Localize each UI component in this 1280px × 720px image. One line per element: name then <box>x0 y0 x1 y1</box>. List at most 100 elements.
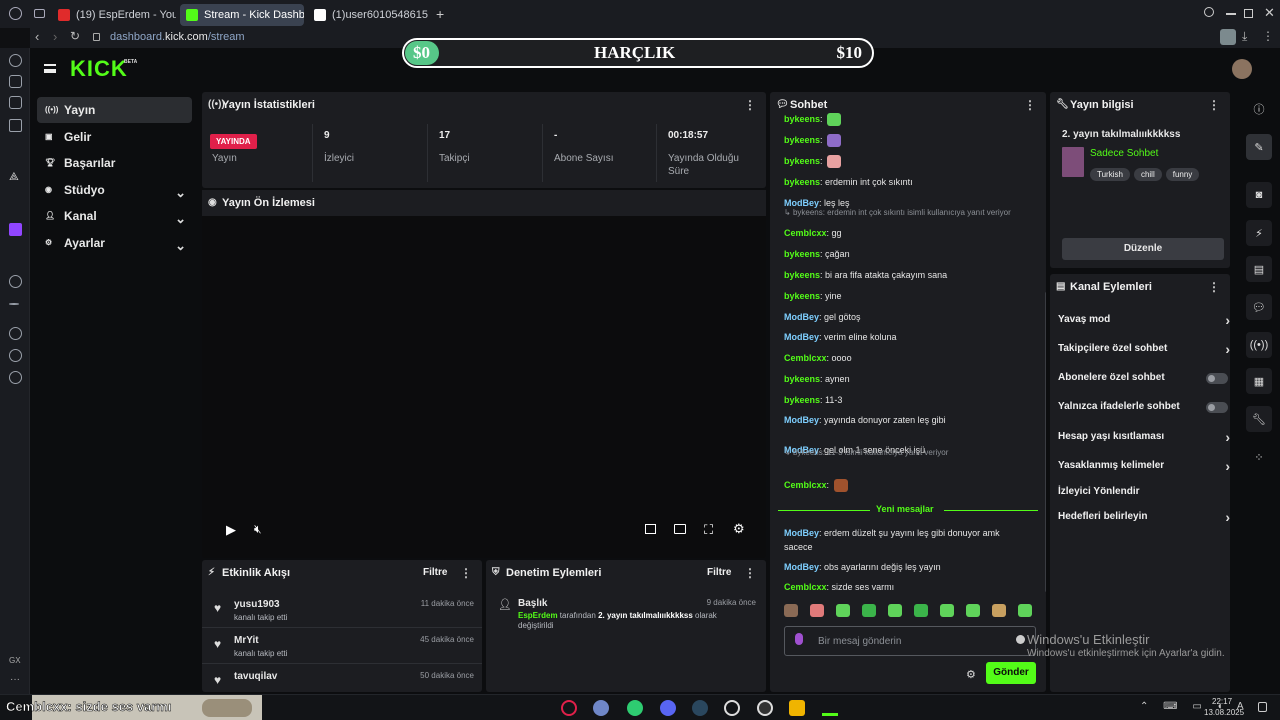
chat-username[interactable]: bykeens <box>784 156 820 166</box>
browser-tab[interactable]: (19) EspErdem - YouTube <box>52 4 176 26</box>
chat-username[interactable]: bykeens <box>784 114 820 124</box>
gx-play-icon[interactable] <box>9 275 22 288</box>
channel-action-row[interactable]: Abonelere özel sohbet <box>1058 368 1230 388</box>
channel-action-row[interactable]: Takipçilere özel sohbet › <box>1058 339 1230 359</box>
tab-manager-icon[interactable] <box>34 9 45 18</box>
chat-username[interactable]: Cemblcxx <box>784 480 827 490</box>
chat-username[interactable]: bykeens <box>784 291 820 301</box>
camera-button[interactable]: ◙ <box>1246 182 1272 208</box>
sidebar-item[interactable]: ◉ Stüdyo ⌄ <box>37 177 192 203</box>
gx-ai-icon[interactable]: ⟁ <box>9 171 22 184</box>
chat-username[interactable]: Cemblcxx <box>784 228 827 238</box>
url-text[interactable]: dashboard.kick.com/stream <box>110 31 245 43</box>
new-tab-button[interactable]: + <box>436 6 444 22</box>
category-name[interactable]: Sadece Sohbet <box>1090 148 1158 159</box>
restore-icon[interactable] <box>1244 9 1253 18</box>
settings-icon[interactable]: ⚙︎ <box>733 521 745 537</box>
browser-tab[interactable]: Stream - Kick Dashboard <box>180 4 304 26</box>
chat-input[interactable]: Bir mesaj gönderin <box>784 626 1036 656</box>
mute-icon[interactable]: 🔇︎ <box>254 522 262 537</box>
channel-action-row[interactable]: Hesap yaşı kısıtlaması › <box>1058 427 1230 447</box>
wrench-button[interactable]: 🔧︎ <box>1246 406 1272 432</box>
gx-settings-icon[interactable] <box>9 371 22 384</box>
chat-username[interactable]: Cemblcxx <box>784 582 827 592</box>
chat-username[interactable]: bykeens <box>784 249 820 259</box>
chat-username[interactable]: ModBey <box>784 332 819 342</box>
chevron-down-icon[interactable]: ⌄ <box>175 180 186 206</box>
notification-icon[interactable] <box>1258 702 1267 712</box>
gx-control-icon[interactable] <box>9 75 22 88</box>
gx-player-icon[interactable] <box>9 96 22 109</box>
taskbar-preview[interactable]: Cemblcxx: sizde ses varmı <box>6 695 262 720</box>
close-icon[interactable]: ✕ <box>1264 5 1275 21</box>
send-button[interactable]: Gönder <box>986 662 1036 684</box>
gx-refresh-icon[interactable] <box>9 54 22 67</box>
gx-more-icon[interactable]: ··· <box>10 674 20 685</box>
sidebar-item[interactable]: 🏆︎ Başarılar <box>37 150 192 176</box>
chat-username[interactable]: ModBey <box>784 415 819 425</box>
app-r-icon[interactable] <box>789 700 805 716</box>
browser-logo-icon[interactable] <box>9 7 22 20</box>
toggle-switch[interactable] <box>1206 402 1228 413</box>
menu-icon[interactable]: ⋮ <box>1262 29 1274 43</box>
emote-icon[interactable] <box>784 604 798 617</box>
clock-time[interactable]: 22:17 <box>1212 697 1232 706</box>
chat-button[interactable]: 💬︎ <box>1246 294 1272 320</box>
info-button[interactable]: ⓘ <box>1246 96 1272 122</box>
chat-username[interactable]: bykeens <box>784 395 820 405</box>
emote-icon[interactable] <box>914 604 928 617</box>
whatsapp-icon[interactable] <box>627 700 643 716</box>
chevron-down-icon[interactable]: ⌄ <box>175 206 186 232</box>
chat-username[interactable]: bykeens <box>784 374 820 384</box>
forward-icon[interactable]: › <box>53 29 57 44</box>
channel-action-row[interactable]: Yavaş mod › <box>1058 310 1230 330</box>
mic-icon[interactable] <box>795 633 803 645</box>
fullscreen-icon[interactable]: ⛶ <box>704 522 713 538</box>
edit-button[interactable]: Düzenle <box>1062 238 1224 260</box>
stats-menu-icon[interactable]: ⋮ <box>744 92 756 118</box>
activity-menu-icon[interactable]: ⋮ <box>460 560 472 586</box>
reload-icon[interactable]: ↻ <box>70 29 80 43</box>
sidebar-item[interactable]: ▣ Gelir <box>37 124 192 150</box>
emote-icon[interactable] <box>1018 604 1032 617</box>
emote-icon[interactable] <box>966 604 980 617</box>
vpn-icon[interactable] <box>593 700 609 716</box>
chat-username[interactable]: Cemblcxx <box>784 353 827 363</box>
toggle-switch[interactable] <box>1206 373 1228 384</box>
obs-studio-icon[interactable] <box>757 700 773 716</box>
activity-row[interactable]: ♥ MrYit kanalı takip etti 45 dakika önce <box>202 630 482 664</box>
steam-icon[interactable] <box>692 700 708 716</box>
minimize-icon[interactable] <box>1226 13 1236 15</box>
gx-messenger-icon[interactable] <box>9 119 22 132</box>
channel-actions-menu-icon[interactable]: ⋮ <box>1208 274 1220 300</box>
bolt-button[interactable]: ⚡︎ <box>1246 220 1272 246</box>
chat-username[interactable]: ModBey <box>784 528 819 538</box>
history-icon[interactable] <box>9 327 22 340</box>
sidebar-item[interactable]: 👤︎ Kanal ⌄ <box>37 203 192 229</box>
moderation-user[interactable]: EspErdem <box>518 611 558 620</box>
emote-icon[interactable] <box>992 604 1006 617</box>
chat-username[interactable]: ModBey <box>784 562 819 572</box>
sidebar-item[interactable]: ((•)) Yayın <box>37 97 192 123</box>
kick-logo[interactable]: KICK <box>70 56 128 82</box>
twitch-icon[interactable] <box>9 223 22 236</box>
tag-chip[interactable]: Turkish <box>1090 168 1130 181</box>
chat-menu-icon[interactable]: ⋮ <box>1024 92 1036 118</box>
chat-username[interactable]: bykeens <box>784 135 820 145</box>
obs-icon[interactable] <box>724 700 740 716</box>
channel-action-row[interactable]: Yalnızca ifadelerle sohbet <box>1058 397 1230 417</box>
moderation-menu-icon[interactable]: ⋮ <box>744 560 756 586</box>
more-actions-button[interactable]: ⁘ <box>1246 444 1272 470</box>
hamburger-icon[interactable] <box>44 64 56 73</box>
emoji-icon[interactable] <box>1016 635 1025 644</box>
back-icon[interactable]: ‹ <box>35 29 39 44</box>
activity-filter-button[interactable]: Filtre <box>423 560 447 586</box>
channel-action-row[interactable]: Hedefleri belirleyin › <box>1058 507 1230 527</box>
chat-scrollbar[interactable] <box>1045 292 1046 592</box>
chat-username[interactable]: bykeens <box>784 270 820 280</box>
pip-icon[interactable] <box>645 524 656 534</box>
discord-icon[interactable] <box>660 700 676 716</box>
user-avatar[interactable] <box>1232 59 1252 79</box>
emote-icon[interactable] <box>940 604 954 617</box>
chat-username[interactable]: ModBey <box>784 312 819 322</box>
